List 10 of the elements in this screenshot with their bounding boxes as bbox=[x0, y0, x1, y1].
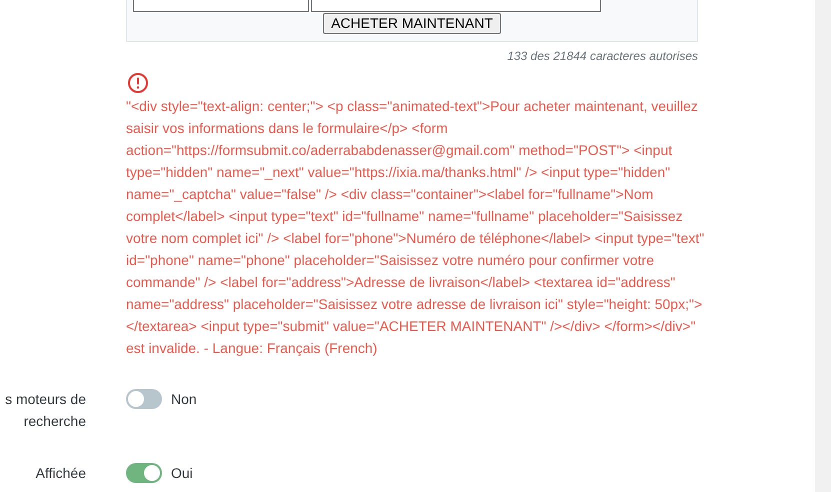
error-message: "<div style="text-align: center;"> <p class="animated-text">Pour acheter maintenant, veuillez saisir vos informations dans le formulaire</p> <form action="https://formsubmit.co/aderrababdenasser@gmail.com" method="POST"> <input type="hidden" name="_next" value="https://ixia.ma/thanks.html" /> <input type="hidden" name="_captcha" value="false" /> <div class="container"><label for="fullname">Nom complet</label> <input type="text" id="fullname" name="fullname" placeholder="Saisissez votre nom complet ici" /> <label for="phone">Numéro de téléphone</label> <input type="text" id="phone" name="phone" placeholder="Saisissez votre numéro pour confirmer votre commande" /> <label for="address">Adresse de livraison</label> <textarea id="address" name="address" placeholder="Saisissez votre adresse de livraison ici" style="height: 50px;"></textarea> <input type="submit" value="ACHETER MAINTENANT" /></div> </form></div>" est invalide. - Langue: Français (French) bbox=[126, 97, 706, 358]
toggle-switch[interactable] bbox=[126, 389, 162, 409]
setting-label: s moteurs de recherche bbox=[4, 390, 86, 431]
buy-now-button[interactable]: ACHETER MAINTENANT bbox=[323, 13, 501, 34]
character-count: 133 des 21844 caracteres autorises bbox=[506, 48, 698, 65]
toggle-switch[interactable] bbox=[126, 463, 162, 483]
setting-label: Affichée bbox=[34, 464, 86, 483]
toggle-value: Oui bbox=[171, 464, 193, 483]
toggle-value: Non bbox=[171, 390, 197, 409]
error-icon bbox=[127, 72, 149, 94]
